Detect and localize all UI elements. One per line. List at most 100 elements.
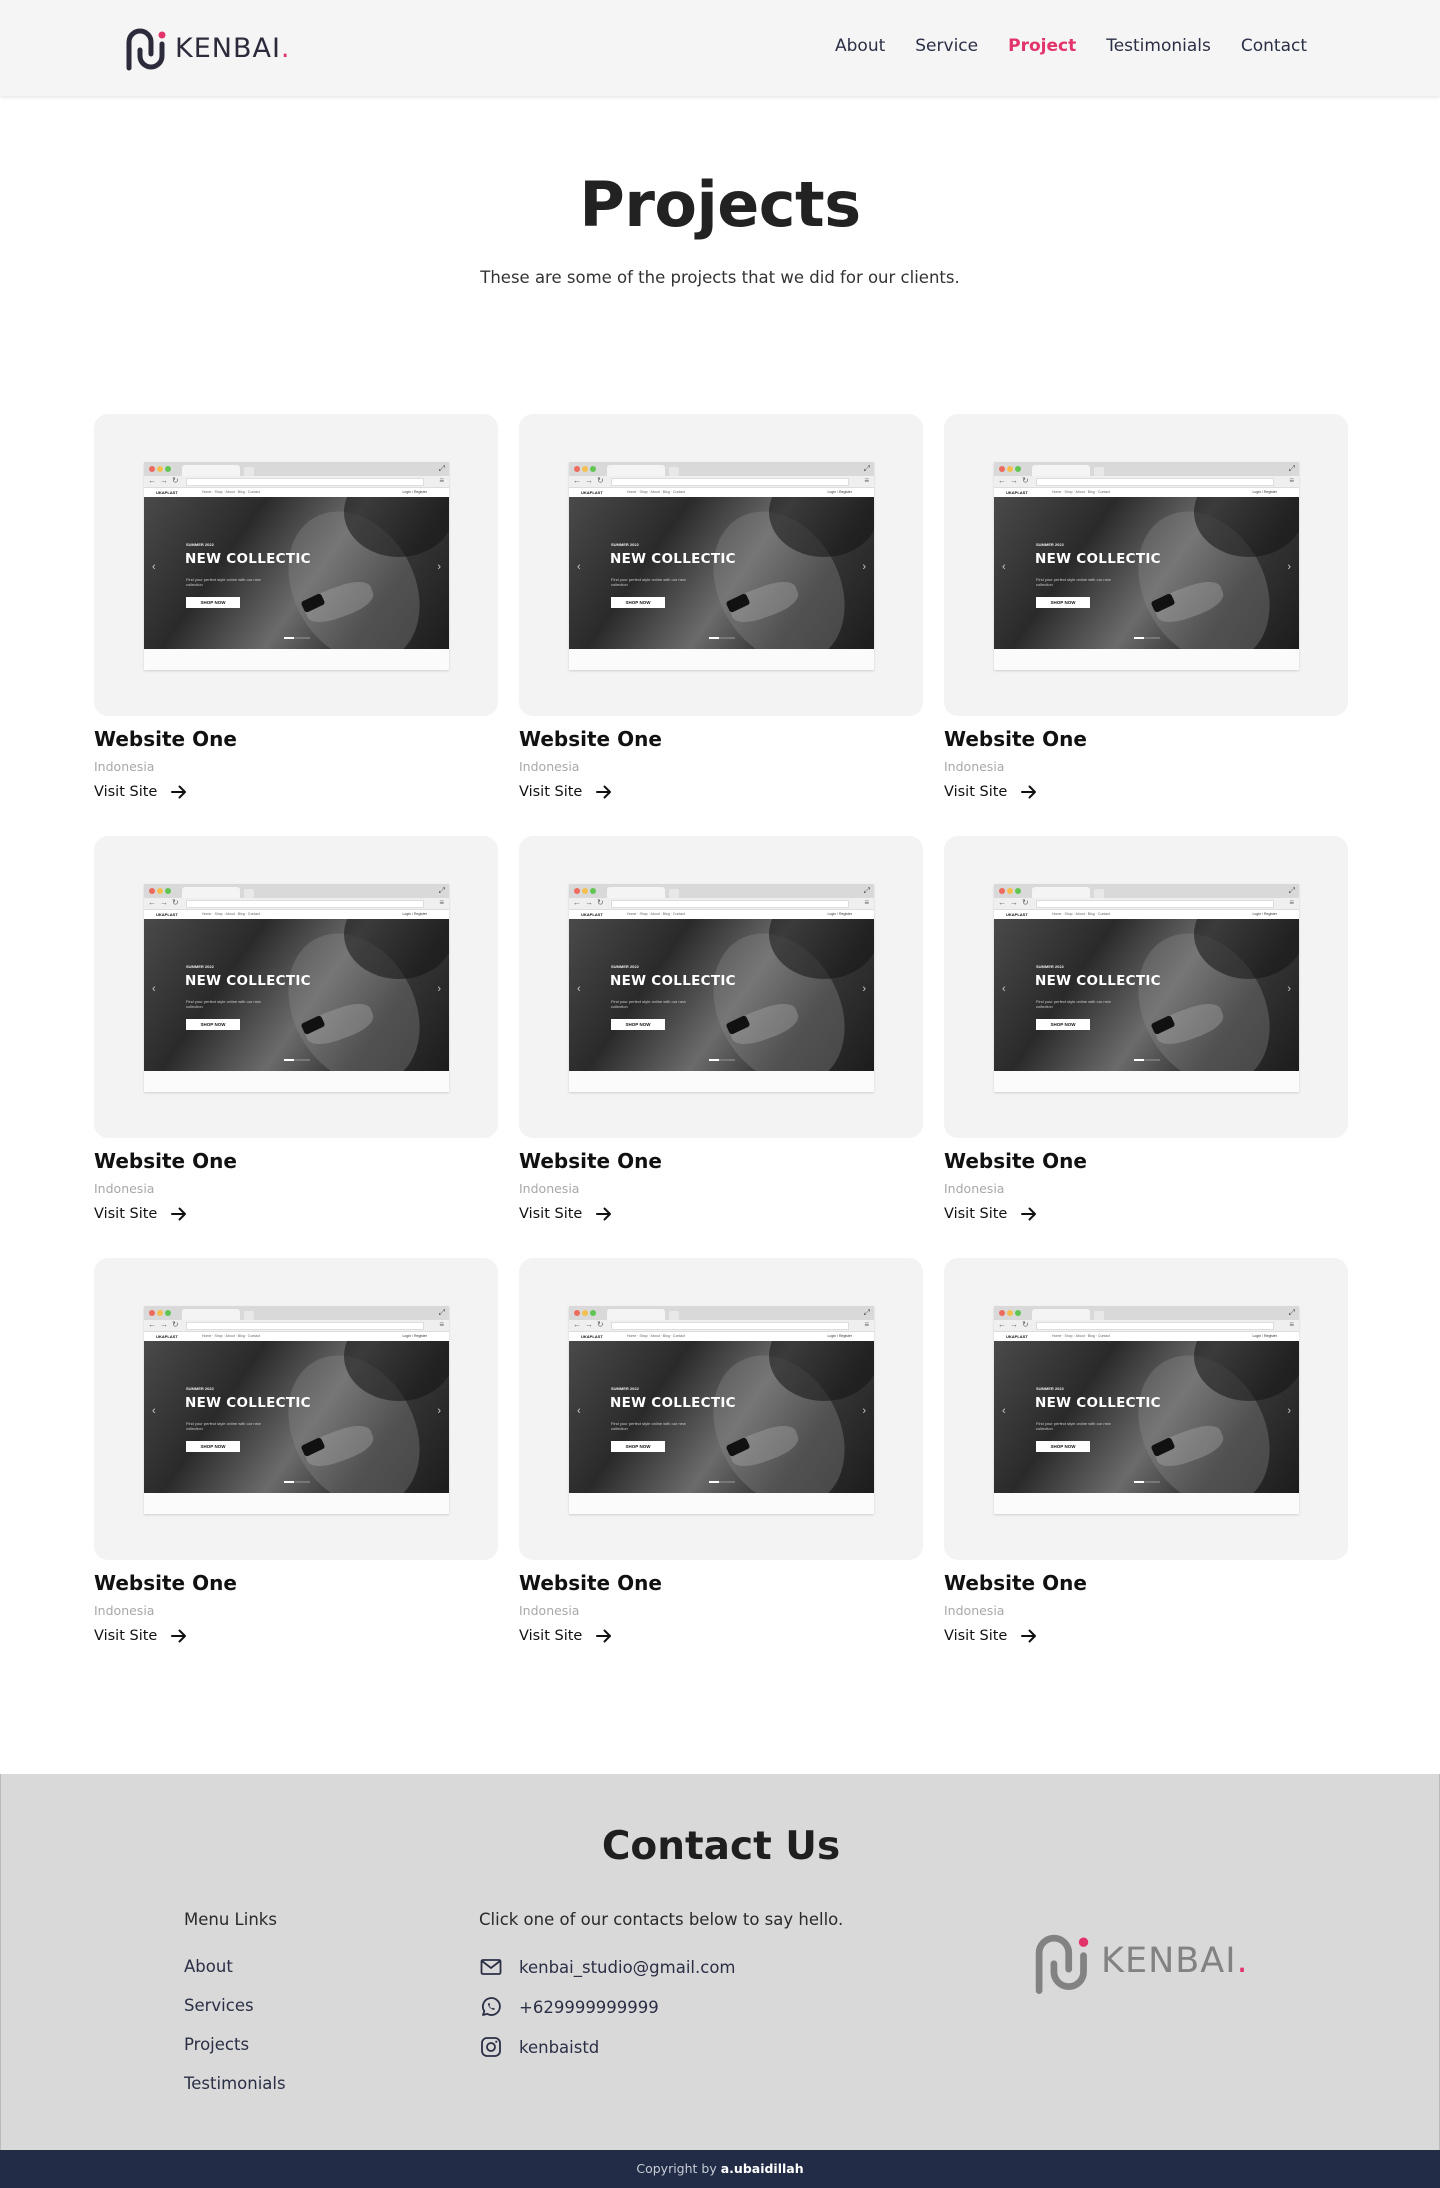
instagram-icon <box>481 2037 501 2057</box>
visit-site-link[interactable]: Visit Site <box>944 1206 1037 1222</box>
project-thumbnail[interactable]: ⤢ ←→↻ ≡ UKAPLAST Home · Shop · About · Blo… <box>94 414 498 716</box>
project-location: Indonesia <box>94 1603 155 1618</box>
brand-logo[interactable]: KENBAI. <box>123 24 291 72</box>
arrow-right-icon <box>1021 785 1037 799</box>
visit-site-link[interactable]: Visit Site <box>94 1206 187 1222</box>
arrow-right-icon <box>1021 1207 1037 1221</box>
visit-site-link[interactable]: Visit Site <box>519 784 612 800</box>
browser-mockup: ⤢ ←→↻ ≡ UKAPLAST Home · Shop · About · Blo… <box>569 462 874 670</box>
footer-link-about[interactable]: About <box>184 1956 286 1978</box>
nav-link-service[interactable]: Service <box>915 36 978 56</box>
contact-phone[interactable]: +629999999999 <box>479 1995 735 2019</box>
arrow-right-icon <box>596 1207 612 1221</box>
project-location: Indonesia <box>519 1181 580 1196</box>
project-title: Website One <box>94 1149 237 1173</box>
project-thumbnail[interactable]: ⤢ ←→↻ ≡ UKAPLAST Home · Shop · About · Blo… <box>94 1258 498 1560</box>
visit-site-label: Visit Site <box>944 1206 1008 1222</box>
visit-site-label: Visit Site <box>944 1628 1008 1644</box>
footer-link-testimonials[interactable]: Testimonials <box>184 2073 286 2095</box>
contact-phone-text: +629999999999 <box>519 1997 659 2017</box>
browser-mockup: ⤢ ←→↻ ≡ UKAPLAST Home · Shop · About · Blo… <box>994 884 1299 1092</box>
visit-site-label: Visit Site <box>519 1206 583 1222</box>
visit-site-link[interactable]: Visit Site <box>944 784 1037 800</box>
whatsapp-icon <box>481 1997 501 2016</box>
footer-brand-name: KENBAI. <box>1101 1941 1249 1981</box>
project-location: Indonesia <box>944 1603 1005 1618</box>
project-title: Website One <box>944 1149 1087 1173</box>
footer-link-projects[interactable]: Projects <box>184 2034 286 2056</box>
visit-site-link[interactable]: Visit Site <box>94 1628 187 1644</box>
contact-instagram[interactable]: kenbaistd <box>479 2035 735 2059</box>
project-location: Indonesia <box>944 1181 1005 1196</box>
copyright-author[interactable]: a.ubaidillah <box>721 2161 804 2176</box>
project-title: Website One <box>944 1571 1087 1595</box>
arrow-right-icon <box>596 785 612 799</box>
project-title: Website One <box>944 727 1087 751</box>
project-location: Indonesia <box>519 759 580 774</box>
project-title: Website One <box>519 727 662 751</box>
nav-link-about[interactable]: About <box>835 36 885 56</box>
arrow-right-icon <box>1021 1629 1037 1643</box>
project-title: Website One <box>519 1571 662 1595</box>
footer-menu: About Services Projects Testimonials <box>184 1956 286 2095</box>
contact-email-text: kenbai_studio@gmail.com <box>519 1957 736 1977</box>
visit-site-label: Visit Site <box>519 1628 583 1644</box>
browser-mockup: ⤢ ←→↻ ≡ UKAPLAST Home · Shop · About · Blo… <box>144 462 449 670</box>
project-thumbnail[interactable]: ⤢ ←→↻ ≡ UKAPLAST Home · Shop · About · Blo… <box>944 836 1348 1138</box>
arrow-right-icon <box>171 1207 187 1221</box>
contact-intro: Click one of our contacts below to say h… <box>479 1910 844 1929</box>
project-card: ⤢ ←→↻ ≡ UKAPLAST Home · Shop · About · Blo… <box>94 836 498 1258</box>
visit-site-link[interactable]: Visit Site <box>94 784 187 800</box>
project-title: Website One <box>94 727 237 751</box>
nav-link-contact[interactable]: Contact <box>1241 36 1307 56</box>
arrow-right-icon <box>171 785 187 799</box>
project-title: Website One <box>94 1571 237 1595</box>
contact-email[interactable]: kenbai_studio@gmail.com <box>479 1955 735 1979</box>
project-thumbnail[interactable]: ⤢ ←→↻ ≡ UKAPLAST Home · Shop · About · Blo… <box>519 836 923 1138</box>
page-title: Projects <box>579 168 861 241</box>
copyright-bar: Copyright by a.ubaidillah <box>0 2150 1440 2188</box>
project-card: ⤢ ←→↻ ≡ UKAPLAST Home · Shop · About · Blo… <box>944 836 1348 1258</box>
project-location: Indonesia <box>94 1181 155 1196</box>
project-card: ⤢ ←→↻ ≡ UKAPLAST Home · Shop · About · Blo… <box>94 414 498 836</box>
page-subtitle: These are some of the projects that we d… <box>480 268 960 287</box>
project-card: ⤢ ←→↻ ≡ UKAPLAST Home · Shop · About · Blo… <box>519 414 923 836</box>
browser-mockup: ⤢ ←→↻ ≡ UKAPLAST Home · Shop · About · Blo… <box>994 1306 1299 1514</box>
browser-mockup: ⤢ ←→↻ ≡ UKAPLAST Home · Shop · About · Blo… <box>144 1306 449 1514</box>
project-card: ⤢ ←→↻ ≡ UKAPLAST Home · Shop · About · Blo… <box>94 1258 498 1680</box>
project-thumbnail[interactable]: ⤢ ←→↻ ≡ UKAPLAST Home · Shop · About · Blo… <box>944 414 1348 716</box>
project-card: ⤢ ←→↻ ≡ UKAPLAST Home · Shop · About · Blo… <box>519 1258 923 1680</box>
kenbai-logo-icon <box>126 28 166 71</box>
project-location: Indonesia <box>944 759 1005 774</box>
kenbai-logo-icon <box>1035 1934 1089 1994</box>
project-location: Indonesia <box>519 1603 580 1618</box>
project-thumbnail[interactable]: ⤢ ←→↻ ≡ UKAPLAST Home · Shop · About · Blo… <box>944 1258 1348 1560</box>
nav-link-testimonials[interactable]: Testimonials <box>1106 36 1211 56</box>
project-card: ⤢ ←→↻ ≡ UKAPLAST Home · Shop · About · Blo… <box>944 1258 1348 1680</box>
visit-site-label: Visit Site <box>519 784 583 800</box>
visit-site-label: Visit Site <box>94 1206 158 1222</box>
brand-name: KENBAI. <box>175 32 291 64</box>
footer-brand-logo: KENBAI. <box>1031 1926 1249 1996</box>
mail-icon <box>480 1959 502 1975</box>
menu-links-heading: Menu Links <box>184 1910 277 1929</box>
project-thumbnail[interactable]: ⤢ ←→↻ ≡ UKAPLAST Home · Shop · About · Blo… <box>519 1258 923 1560</box>
project-card: ⤢ ←→↻ ≡ UKAPLAST Home · Shop · About · Blo… <box>944 414 1348 836</box>
nav-link-project[interactable]: Project <box>1008 36 1076 56</box>
visit-site-link[interactable]: Visit Site <box>519 1628 612 1644</box>
browser-mockup: ⤢ ←→↻ ≡ UKAPLAST Home · Shop · About · Blo… <box>994 462 1299 670</box>
arrow-right-icon <box>171 1629 187 1643</box>
contact-section: Contact Us Menu Links About Services Pro… <box>0 1774 1440 2150</box>
project-thumbnail[interactable]: ⤢ ←→↻ ≡ UKAPLAST Home · Shop · About · Blo… <box>519 414 923 716</box>
visit-site-label: Visit Site <box>94 784 158 800</box>
contact-instagram-text: kenbaistd <box>519 2037 600 2057</box>
footer-link-services[interactable]: Services <box>184 1995 286 2017</box>
nav-menu: About Service Project Testimonials Conta… <box>835 36 1307 56</box>
project-thumbnail[interactable]: ⤢ ←→↻ ≡ UKAPLAST Home · Shop · About · Blo… <box>94 836 498 1138</box>
visit-site-link[interactable]: Visit Site <box>944 1628 1037 1644</box>
browser-mockup: ⤢ ←→↻ ≡ UKAPLAST Home · Shop · About · Blo… <box>569 1306 874 1514</box>
visit-site-link[interactable]: Visit Site <box>519 1206 612 1222</box>
project-location: Indonesia <box>94 759 155 774</box>
project-card: ⤢ ←→↻ ≡ UKAPLAST Home · Shop · About · Blo… <box>519 836 923 1258</box>
visit-site-label: Visit Site <box>94 1628 158 1644</box>
